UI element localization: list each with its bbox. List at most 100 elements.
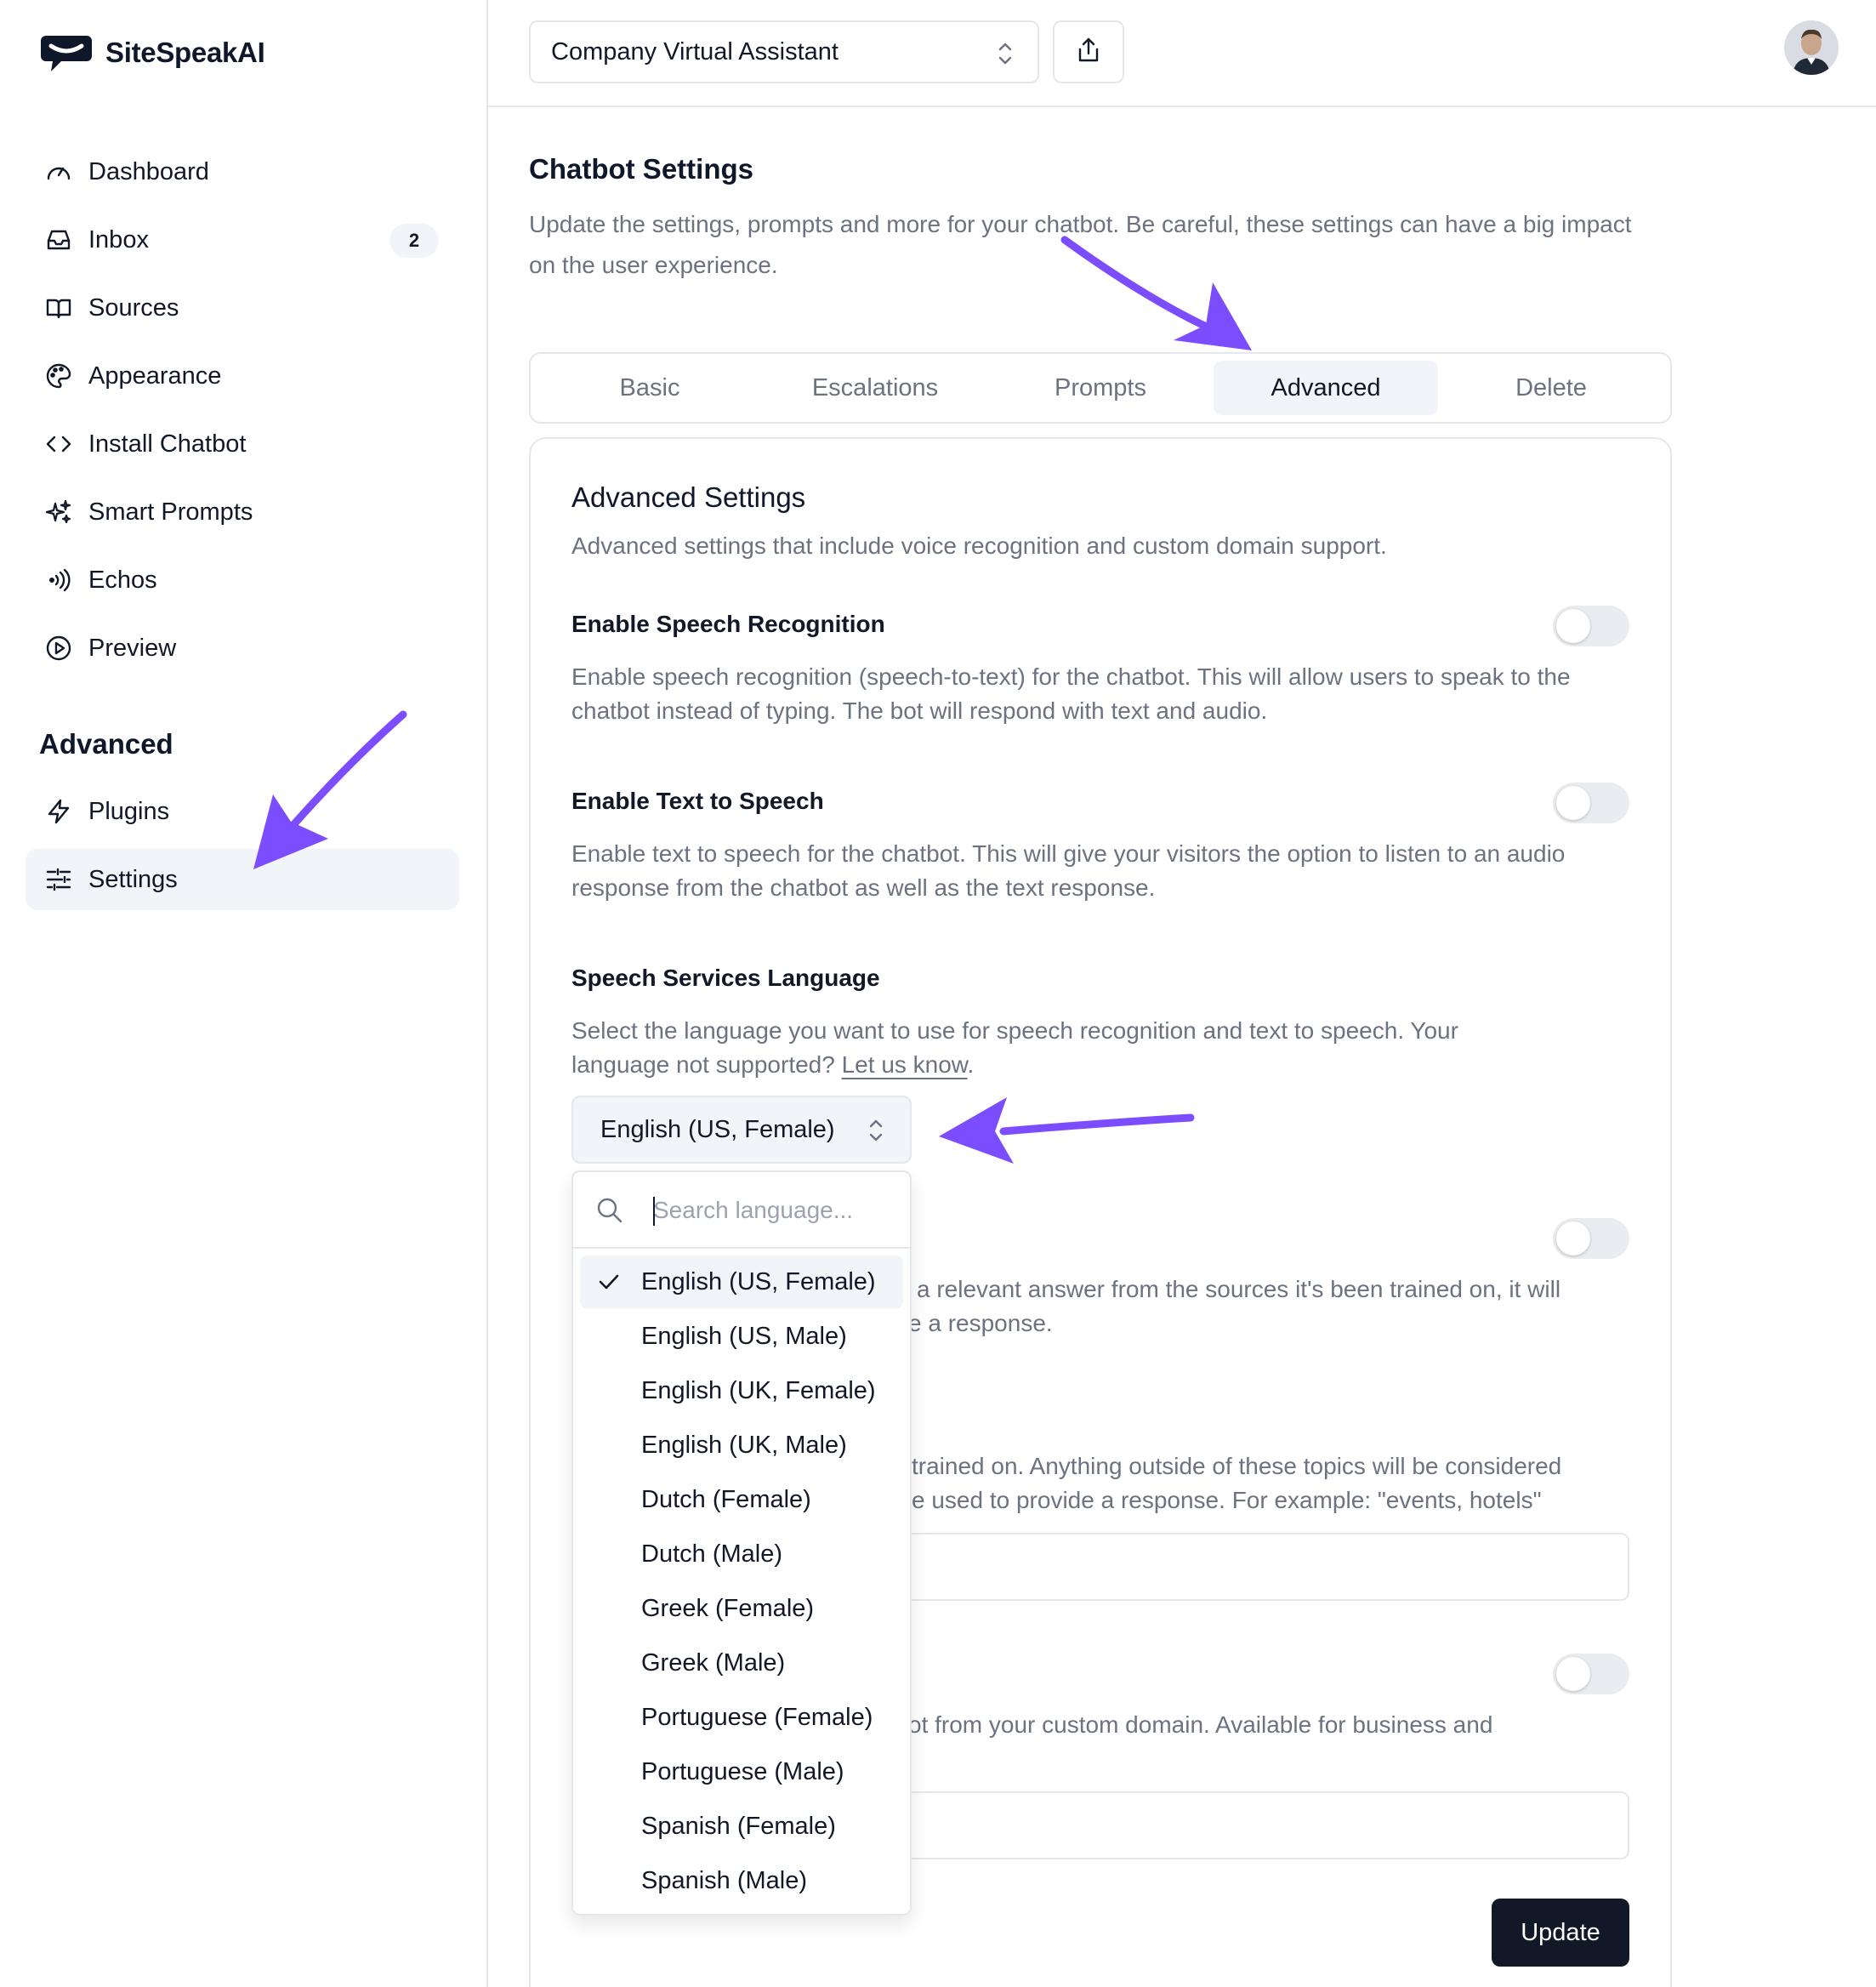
- tab-escalations[interactable]: Escalations: [763, 361, 987, 415]
- fallback-toggle[interactable]: [1553, 1218, 1629, 1259]
- language-option[interactable]: Portuguese (Male): [580, 1745, 903, 1798]
- sidebar-item-appearance[interactable]: Appearance: [26, 345, 459, 407]
- bot-selector-value: Company Virtual Assistant: [551, 37, 839, 65]
- sidebar-item-label: Plugins: [88, 797, 170, 825]
- page-title: Chatbot Settings: [529, 153, 753, 185]
- chevron-up-down-icon: [993, 39, 1017, 75]
- sparkles-icon: [44, 498, 73, 527]
- toggle-knob: [1556, 609, 1590, 643]
- language-option[interactable]: Dutch (Male): [580, 1528, 903, 1580]
- brand[interactable]: SiteSpeakAI: [39, 31, 265, 75]
- book-open-icon: [44, 293, 73, 322]
- settings-tabs: Basic Escalations Prompts Advanced Delet…: [529, 352, 1672, 424]
- speech-recognition-description: Enable speech recognition (speech-to-tex…: [571, 663, 1571, 724]
- language-option-label: Spanish (Male): [641, 1866, 808, 1894]
- toggle-knob: [1556, 1657, 1590, 1691]
- sidebar-item-sources[interactable]: Sources: [26, 277, 459, 339]
- text-to-speech-label: Enable Text to Speech: [571, 788, 824, 814]
- language-option[interactable]: English (US, Male): [580, 1310, 903, 1363]
- tab-prompts[interactable]: Prompts: [988, 361, 1213, 415]
- check-icon: [597, 1271, 621, 1300]
- sliders-icon: [44, 865, 73, 894]
- play-circle-icon: [44, 634, 73, 663]
- text-to-speech-toggle[interactable]: [1553, 783, 1629, 823]
- speech-recognition-label: Enable Speech Recognition: [571, 611, 885, 637]
- inbox-count-badge: 2: [389, 224, 439, 258]
- brand-name: SiteSpeakAI: [105, 37, 265, 68]
- sidebar-section-advanced: Advanced: [39, 728, 173, 760]
- tab-basic[interactable]: Basic: [537, 361, 762, 415]
- language-option-label: Spanish (Female): [641, 1812, 836, 1840]
- share-button[interactable]: [1053, 20, 1124, 83]
- language-option[interactable]: English (UK, Female): [580, 1364, 903, 1417]
- link-suffix: .: [967, 1051, 975, 1078]
- language-option[interactable]: Portuguese (Female): [580, 1691, 903, 1744]
- language-option-label: English (UK, Male): [641, 1431, 847, 1459]
- language-option-label: Dutch (Male): [641, 1540, 782, 1568]
- sidebar-item-echos[interactable]: Echos: [26, 549, 459, 611]
- fallback-description-line2: e a response.: [908, 1310, 1053, 1336]
- language-option-label: English (US, Male): [641, 1322, 847, 1350]
- search-icon: [595, 1196, 624, 1229]
- tab-delete[interactable]: Delete: [1439, 361, 1663, 415]
- bot-selector[interactable]: Company Virtual Assistant: [529, 20, 1039, 83]
- sidebar-item-label: Sources: [88, 293, 179, 322]
- language-option-label: English (UK, Female): [641, 1376, 876, 1404]
- let-us-know-link[interactable]: Let us know: [842, 1051, 968, 1078]
- language-option-label: Dutch (Female): [641, 1485, 811, 1513]
- toggle-knob: [1556, 786, 1590, 820]
- topics-input[interactable]: [901, 1533, 1629, 1601]
- language-option[interactable]: Spanish (Female): [580, 1800, 903, 1853]
- language-option[interactable]: English (UK, Male): [580, 1419, 903, 1472]
- user-avatar[interactable]: [1784, 20, 1839, 75]
- topics-description-line2: e used to provide a response. For exampl…: [912, 1487, 1542, 1513]
- update-button[interactable]: Update: [1492, 1899, 1629, 1967]
- sidebar-item-label: Appearance: [88, 362, 222, 390]
- code-icon: [44, 430, 73, 458]
- text-to-speech-description: Enable text to speech for the chatbot. T…: [571, 840, 1566, 901]
- speech-language-select[interactable]: English (US, Female): [571, 1096, 912, 1164]
- broadcast-icon: [44, 566, 73, 595]
- tab-advanced[interactable]: Advanced: [1214, 361, 1438, 415]
- language-dropdown: English (US, Female) English (US, Male) …: [571, 1170, 912, 1916]
- logo-icon: [39, 31, 94, 75]
- sidebar-item-dashboard[interactable]: Dashboard: [26, 141, 459, 202]
- language-option[interactable]: Greek (Female): [580, 1582, 903, 1635]
- language-option-label: Portuguese (Male): [641, 1757, 844, 1785]
- sidebar-item-plugins[interactable]: Plugins: [26, 781, 459, 842]
- custom-domain-toggle[interactable]: [1553, 1654, 1629, 1694]
- chevron-up-down-icon: [864, 1116, 888, 1152]
- sidebar-item-preview[interactable]: Preview: [26, 618, 459, 679]
- sidebar-item-label: Inbox: [88, 225, 149, 253]
- sidebar-item-install-chatbot[interactable]: Install Chatbot: [26, 413, 459, 475]
- language-search-input[interactable]: [653, 1189, 891, 1232]
- text-caret: [653, 1197, 655, 1226]
- sidebar-item-label: Install Chatbot: [88, 430, 247, 458]
- app-root: SiteSpeakAI Dashboard Inbox 2 Sources Ap…: [0, 0, 1876, 1987]
- sidebar-item-inbox[interactable]: Inbox 2: [26, 209, 459, 270]
- sidebar-item-label: Echos: [88, 566, 157, 594]
- sidebar-item-label: Smart Prompts: [88, 498, 253, 526]
- advanced-settings-description: Advanced settings that include voice rec…: [571, 532, 1387, 559]
- custom-domain-description-line1: ot from your custom domain. Available fo…: [908, 1711, 1493, 1738]
- fallback-description-line1: a relevant answer from the sources it's …: [917, 1276, 1561, 1302]
- language-option-label: Greek (Male): [641, 1648, 786, 1677]
- sidebar-item-label: Settings: [88, 865, 178, 893]
- speech-language-label: Speech Services Language: [571, 965, 880, 991]
- topbar: Company Virtual Assistant: [488, 0, 1876, 107]
- language-option[interactable]: Greek (Male): [580, 1637, 903, 1689]
- language-option[interactable]: Dutch (Female): [580, 1473, 903, 1526]
- language-option-label: Greek (Female): [641, 1594, 815, 1622]
- bolt-icon: [44, 797, 73, 826]
- sidebar-item-settings[interactable]: Settings: [26, 849, 459, 910]
- inbox-icon: [44, 225, 73, 254]
- language-option[interactable]: English (US, Female): [580, 1255, 903, 1308]
- gauge-icon: [44, 157, 73, 186]
- topics-description-line1: trained on. Anything outside of these to…: [912, 1453, 1562, 1479]
- custom-domain-input[interactable]: [901, 1791, 1629, 1859]
- page-description: Update the settings, prompts and more fo…: [529, 211, 1632, 278]
- sidebar-item-smart-prompts[interactable]: Smart Prompts: [26, 481, 459, 543]
- language-option[interactable]: Spanish (Male): [580, 1854, 903, 1907]
- palette-icon: [44, 362, 73, 390]
- speech-recognition-toggle[interactable]: [1553, 606, 1629, 646]
